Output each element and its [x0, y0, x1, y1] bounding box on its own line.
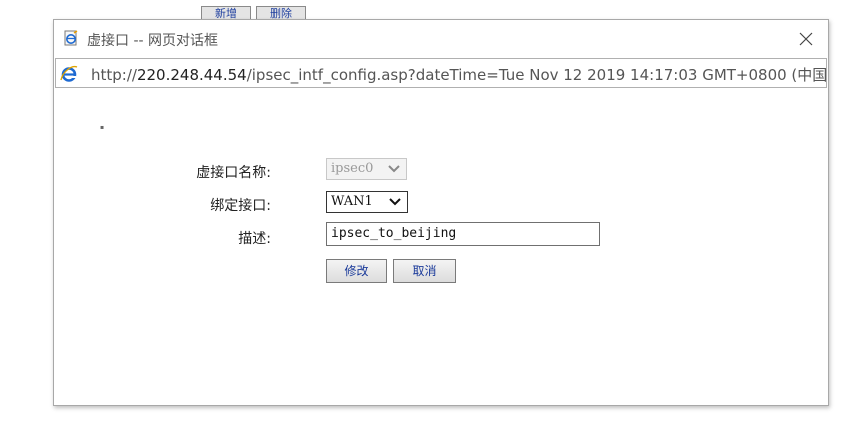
address-bar: http://220.248.44.54/ipsec_intf_config.a… [55, 58, 827, 88]
virtual-interface-name-value: ipsec0 [331, 161, 374, 176]
url-host: 220.248.44.54 [136, 66, 247, 84]
window-title: 虚接口 -- 网页对话框 [87, 33, 219, 49]
chevron-down-icon [388, 165, 400, 173]
cancel-button[interactable]: 取消 [393, 259, 456, 283]
bind-interface-label: 绑定接口: [210, 198, 271, 214]
page-icon [64, 30, 78, 46]
chevron-down-icon [389, 198, 401, 206]
internet-explorer-icon [60, 65, 78, 82]
dialog-content: ▪ 虚接口名称: ipsec0 绑定接口: WAN1 描述: ipsec_to_… [54, 88, 828, 405]
description-label: 描述: [238, 231, 271, 247]
virtual-interface-name-select: ipsec0 [326, 158, 407, 180]
url-scheme: http:// [91, 66, 137, 84]
close-icon[interactable] [796, 29, 816, 49]
description-input[interactable]: ipsec_to_beijing [326, 222, 600, 246]
bind-interface-select[interactable]: WAN1 [326, 191, 408, 213]
virtual-interface-name-label: 虚接口名称: [196, 165, 271, 181]
web-dialog-window: 虚接口 -- 网页对话框 http://220.248.44.54/ipsec_… [53, 19, 829, 406]
bind-interface-value: WAN1 [331, 194, 373, 209]
corner-marker: ▪ [100, 124, 105, 131]
url-text: http://220.248.44.54/ipsec_intf_config.a… [91, 64, 827, 85]
url-path: /ipsec_intf_config.asp?dateTime=Tue Nov … [246, 66, 827, 84]
title-bar: 虚接口 -- 网页对话框 [54, 20, 828, 58]
modify-button[interactable]: 修改 [326, 259, 387, 283]
